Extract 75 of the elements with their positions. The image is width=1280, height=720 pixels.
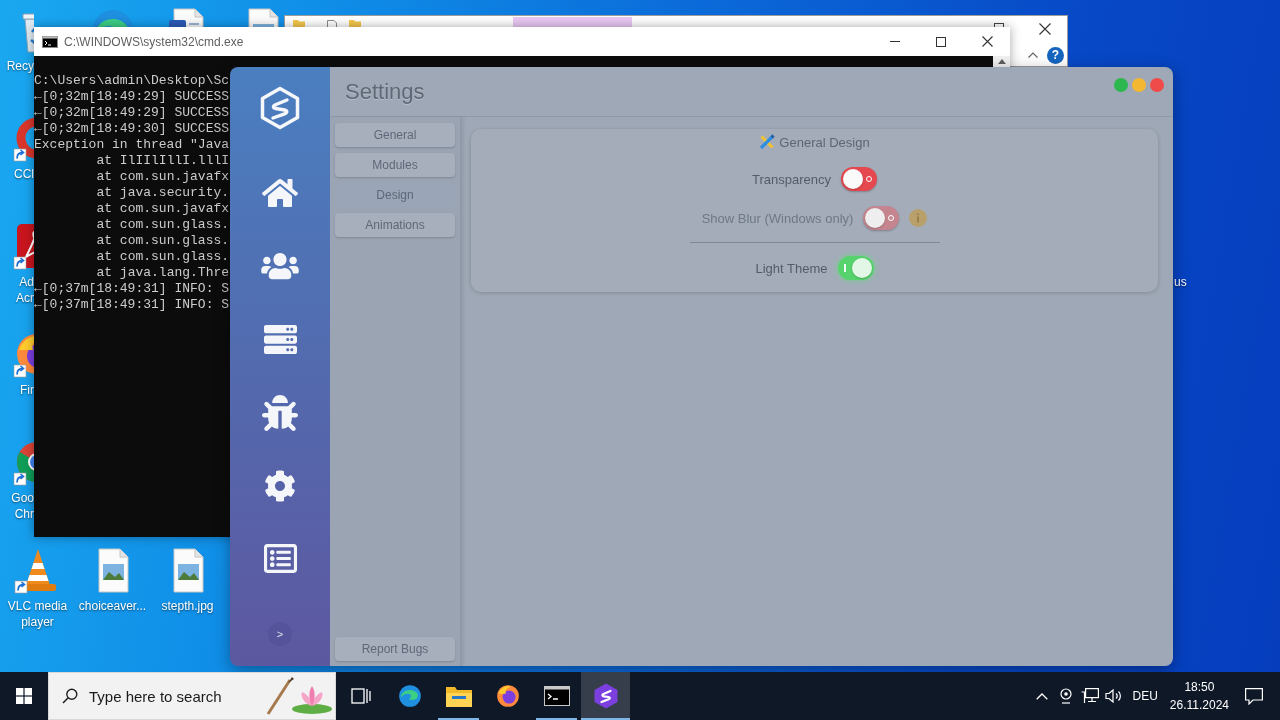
camera-icon[interactable] (1059, 688, 1074, 704)
console-line: at com.sun.glass. (95, 249, 230, 265)
hexagon-logo-icon (260, 86, 300, 130)
help-button[interactable]: ? (1047, 46, 1064, 64)
window-control-dot[interactable] (1150, 78, 1164, 92)
icon-label: stepth.jpg (161, 598, 214, 614)
window-title: C:\WINDOWS\system32\cmd.exe (64, 34, 244, 49)
icon-label: Acr (16, 291, 34, 306)
console-line: ←[0;32m[18:49:29] SUCCESS (34, 105, 230, 121)
icon-label: CCl (14, 166, 34, 182)
crossed-tools-icon (759, 134, 776, 150)
icon-label: choiceaver... (78, 598, 147, 614)
expand-button[interactable]: > (268, 622, 292, 646)
server-icon[interactable] (263, 322, 297, 356)
home-icon[interactable] (262, 177, 298, 209)
icon-label: Recy (6, 58, 34, 74)
task-view-icon[interactable] (350, 688, 371, 704)
on-bar-icon (843, 264, 846, 272)
console-line: Exception in thread "Java (34, 137, 230, 153)
console-line: C:\Users\admin\Desktop\Sc (34, 73, 230, 89)
browser-icon[interactable] (494, 683, 521, 709)
scrollbar[interactable] (993, 56, 1010, 67)
browser-icon[interactable] (396, 683, 423, 709)
hexagon-logo-icon[interactable] (593, 683, 618, 709)
close-icon (981, 36, 993, 47)
toggle-switch[interactable] (837, 256, 874, 280)
caret-up-icon[interactable] (997, 59, 1006, 64)
setting-label: Light Theme (755, 260, 828, 276)
maximize-icon (936, 36, 946, 47)
console-line: ←[0;37m[18:49:31] INFO: S (34, 297, 230, 313)
icon-label: Chr (14, 506, 34, 522)
terminal-icon[interactable] (543, 686, 570, 706)
search-icon (62, 688, 78, 704)
window-title: Settings (345, 78, 425, 105)
bug-icon[interactable] (262, 394, 298, 431)
page-icon[interactable] (327, 20, 337, 27)
settings-icon[interactable] (264, 469, 296, 502)
card-title: General Design (779, 134, 870, 150)
console-line: at java.lang.Thre (95, 265, 230, 281)
lotus-flower-icon (264, 676, 334, 716)
icon-label: Fir (20, 382, 34, 398)
folder-icon[interactable] (445, 685, 472, 707)
console-line: at IlIIlIllI.lllI (95, 153, 230, 169)
window-control-dot[interactable] (1132, 78, 1146, 92)
toggle-switch[interactable] (841, 167, 877, 191)
list-icon[interactable] (263, 542, 297, 576)
pdf-app-icon[interactable] (13, 222, 34, 270)
users-icon[interactable] (261, 251, 299, 282)
icon-label: player (21, 614, 54, 630)
minimize-icon (890, 41, 900, 42)
console-line: at com.sun.javafx (95, 201, 230, 217)
search-field[interactable]: Type here to search (48, 672, 336, 720)
setting-label: Transparency (752, 171, 831, 187)
console-line: at com.sun.glass. (95, 217, 230, 233)
windows-logo-icon (16, 688, 32, 704)
console-line: ←[0;37m[18:49:31] INFO: S (34, 281, 230, 296)
console-line: at com.sun.glass. (95, 233, 230, 249)
language-indicator[interactable]: DEU (1126, 689, 1164, 703)
icon-label: Goo (11, 490, 34, 506)
taskbar-button[interactable] (581, 672, 630, 720)
icon-label: Ad (19, 274, 34, 289)
icon-label: us (1174, 274, 1187, 290)
console-line: at java.security. (95, 185, 230, 201)
terminal-icon (42, 35, 58, 48)
network-icon[interactable] (1081, 688, 1100, 704)
volume-icon[interactable] (1105, 688, 1124, 704)
console-line: ←[0;32m[18:49:30] SUCCESS (34, 121, 230, 137)
clock-time[interactable]: 18:50 (1184, 678, 1215, 696)
clock-date[interactable]: 26.11.2024 (1169, 696, 1229, 714)
window-control-dot[interactable] (1114, 78, 1128, 92)
console-line: at com.sun.javafx (95, 169, 230, 185)
close-icon[interactable] (1038, 22, 1051, 35)
icon-label: VLC media (7, 598, 68, 614)
notification-icon[interactable] (1245, 687, 1263, 705)
console-line: ←[0;32m[18:49:29] SUCCESS (34, 89, 230, 105)
